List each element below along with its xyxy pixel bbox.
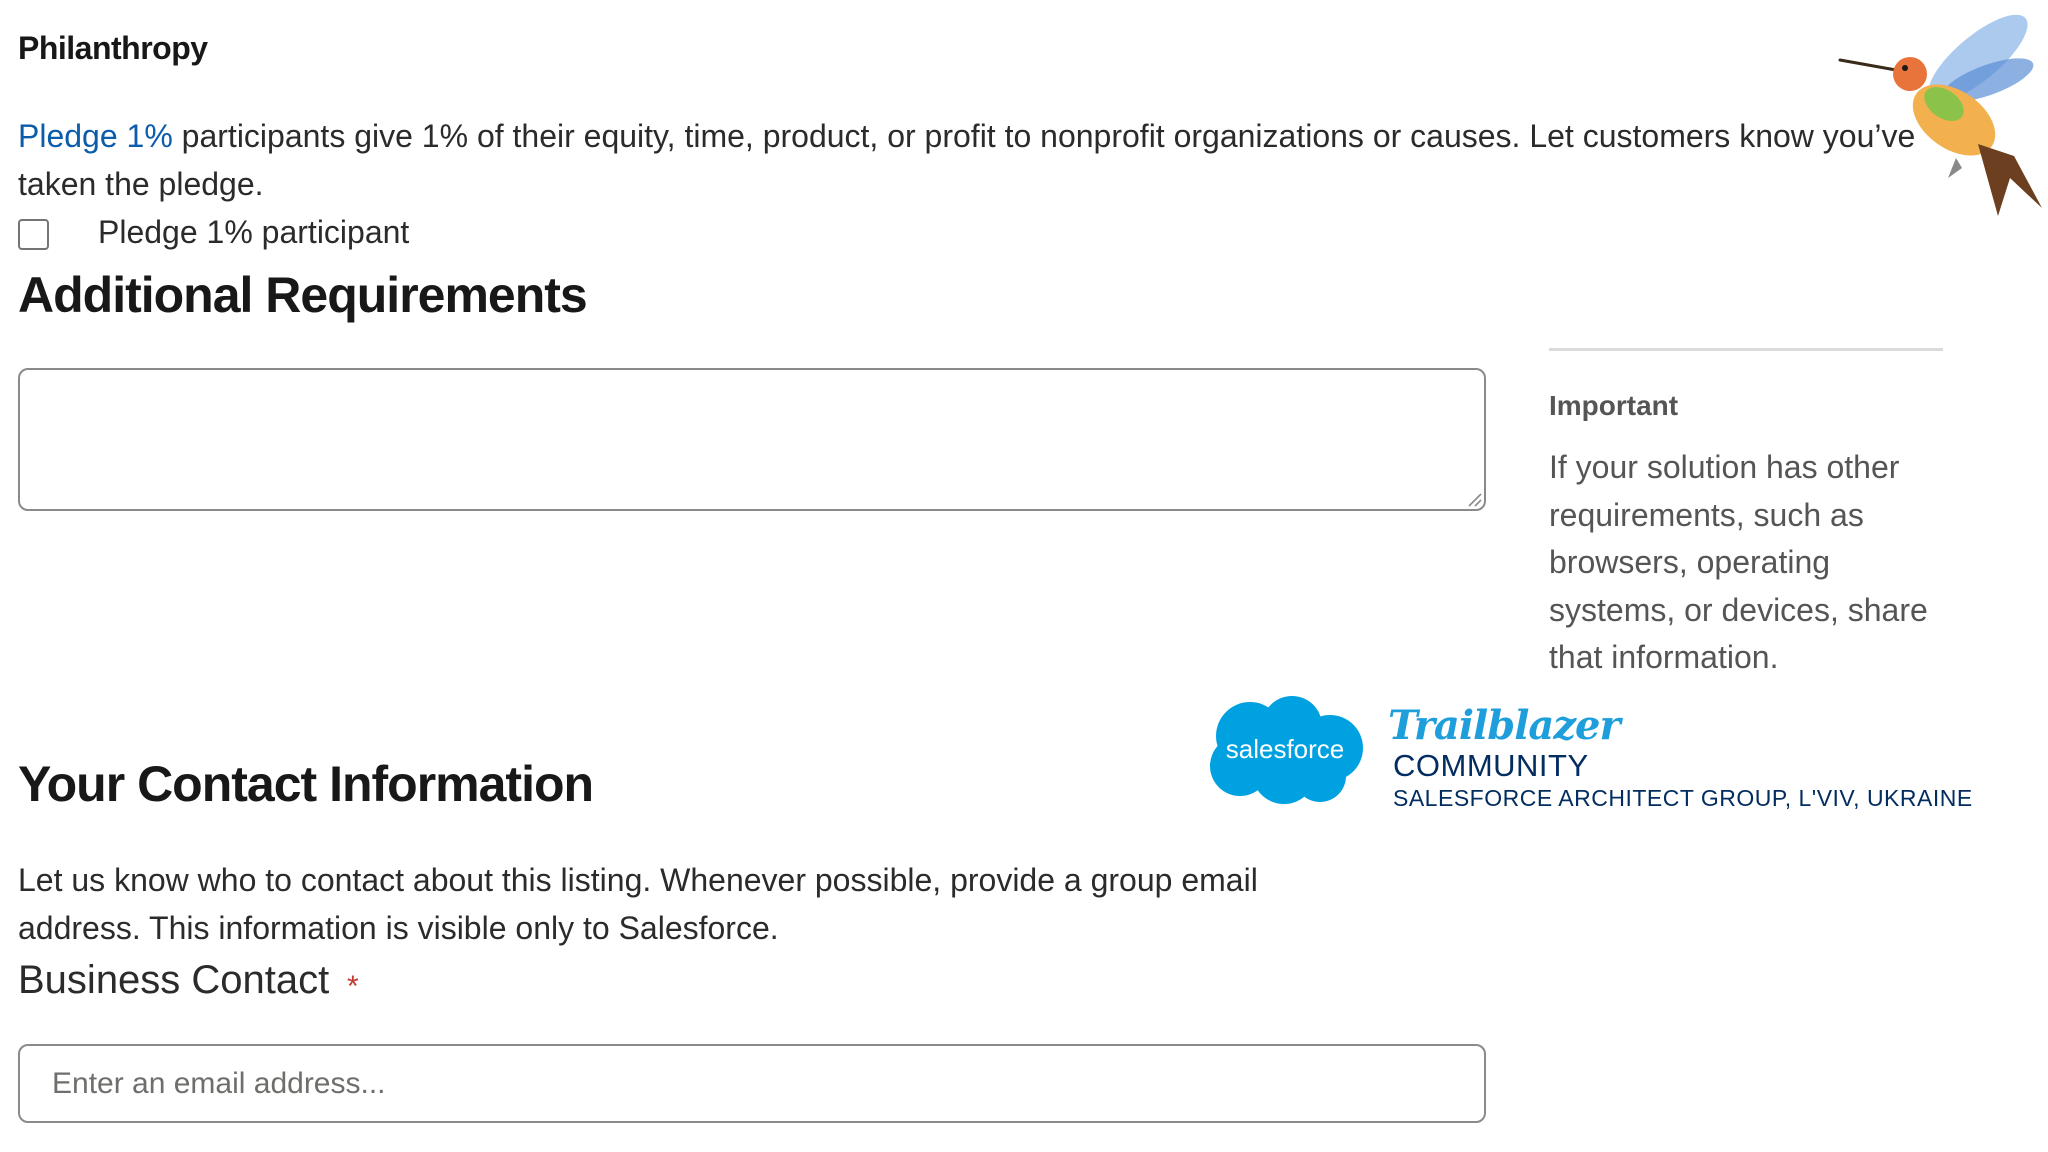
pledge-description-text: participants give 1% of their equity, ti… <box>18 118 1916 202</box>
business-contact-label: Business Contact <box>18 958 330 1002</box>
pledge-link[interactable]: Pledge 1% <box>18 118 173 154</box>
pledge-checkbox-label[interactable]: Pledge 1% participant <box>98 214 409 251</box>
trailblazer-logo-text: Trailblazer <box>1388 702 1621 749</box>
salesforce-cloud-logo: salesforce <box>1210 696 1363 804</box>
important-text: If your solution has other requirements,… <box>1549 449 1928 675</box>
architect-group-text: SALESFORCE ARCHITECT GROUP, L'VIV, UKRAI… <box>1393 785 1973 811</box>
community-logo-text: COMMUNITY <box>1393 748 1589 783</box>
contact-description: Let us know who to contact about this li… <box>18 862 1258 946</box>
required-marker: * <box>347 970 359 1003</box>
philanthropy-heading: Philanthropy <box>18 30 208 66</box>
business-contact-email-input[interactable] <box>18 1044 1486 1123</box>
pledge-description: Pledge 1% participants give 1% of their … <box>18 112 1928 208</box>
hummingbird-icon <box>1838 14 2042 216</box>
salesforce-cloud-text: salesforce <box>1226 734 1345 764</box>
contact-information-heading: Your Contact Information <box>18 756 594 812</box>
additional-requirements-textarea[interactable] <box>18 368 1486 511</box>
important-title: Important <box>1549 390 1679 421</box>
pledge-checkbox[interactable] <box>18 219 49 250</box>
resize-grip-icon[interactable] <box>1466 491 1482 507</box>
aside-divider <box>1549 348 1943 351</box>
additional-requirements-heading: Additional Requirements <box>18 267 588 323</box>
